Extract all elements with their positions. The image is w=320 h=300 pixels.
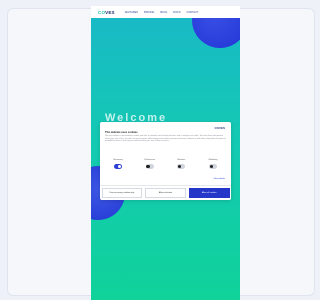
nav-link-pricing[interactable]: PRICING	[144, 11, 154, 14]
toggle-statistics: Statistics	[168, 159, 194, 169]
necessary-switch[interactable]	[114, 164, 122, 169]
statistics-switch[interactable]	[177, 164, 186, 169]
toggle-marketing: Marketing	[200, 159, 226, 169]
allow-all-button[interactable]: Allow all cookies	[188, 187, 230, 198]
dialog-title: This website uses cookies	[105, 131, 138, 134]
preferences-switch[interactable]	[145, 164, 154, 169]
toggle-label: Statistics	[177, 159, 186, 161]
nav-link-docs[interactable]: DOCS	[173, 11, 180, 14]
dialog-brand: COVES	[214, 126, 225, 130]
nav-link-contact[interactable]: CONTACT	[187, 11, 199, 14]
toggle-label: Necessary	[113, 159, 123, 161]
toggle-preferences: Preferences	[137, 159, 163, 169]
allow-selection-button[interactable]: Allow selection	[145, 187, 186, 198]
show-details-link[interactable]: Show details	[214, 178, 225, 180]
dialog-button-row: Use necessary cookies only Allow selecti…	[100, 185, 231, 199]
toggle-necessary: Necessary	[105, 159, 131, 169]
site-logo[interactable]: COVES	[98, 10, 115, 15]
dialog-body: We use cookies to personalise content an…	[105, 135, 226, 143]
cookie-consent-dialog: COVES This website uses cookies We use c…	[100, 122, 231, 200]
consent-toggles: Necessary Preferences Statistics Marketi…	[105, 159, 226, 169]
toggle-label: Marketing	[208, 159, 218, 161]
necessary-only-button[interactable]: Use necessary cookies only	[101, 187, 143, 198]
marketing-switch[interactable]	[208, 164, 217, 169]
nav-link-features[interactable]: FEATURES	[125, 11, 138, 14]
nav-link-blog[interactable]: BLOG	[160, 11, 167, 14]
mobile-preview: COVES FEATURES PRICING BLOG DOCS CONTACT…	[91, 6, 240, 300]
site-navbar: COVES FEATURES PRICING BLOG DOCS CONTACT	[91, 6, 240, 18]
nav-links: FEATURES PRICING BLOG DOCS CONTACT	[125, 11, 199, 14]
toggle-label: Preferences	[144, 159, 156, 161]
